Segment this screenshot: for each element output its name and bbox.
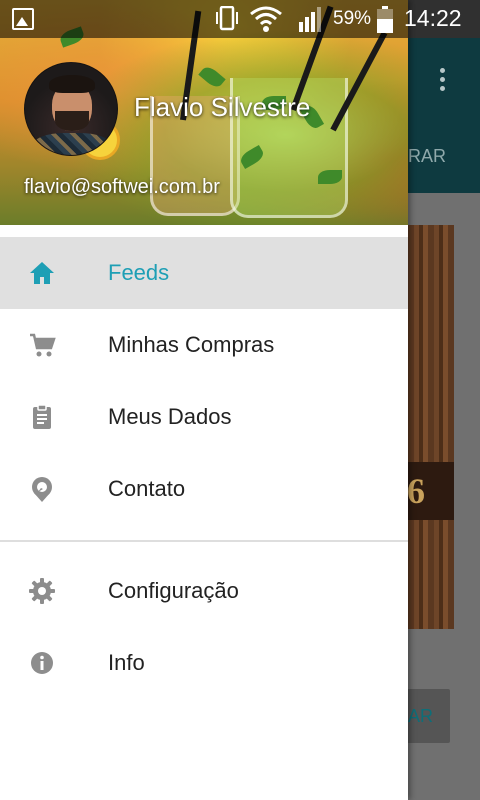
menu-item-label: Info [108,650,145,675]
gear-icon [29,578,55,604]
header-photo-mint [198,63,226,91]
signal-icon [299,7,321,32]
info-icon [31,652,53,674]
user-email: flavio@softwei.com.br [24,176,220,198]
status-bar: 59% 14:22 [0,0,480,38]
clipboard-icon [33,404,51,429]
menu-divider [0,540,408,542]
menu-item-minhas-compras[interactable]: Minhas Compras [0,309,408,381]
menu-item-label: Minhas Compras [108,332,275,357]
cart-icon [30,333,56,357]
avatar[interactable] [24,62,118,156]
location-icon [32,477,52,502]
vibrate-icon [216,6,238,31]
home-icon [30,262,54,284]
menu-item-label: Configuração [108,578,239,603]
header-photo-mint [318,170,342,184]
menu-item-contato[interactable]: Contato [0,453,408,525]
background-tab-label: RAR [408,146,447,166]
menu-item-feeds[interactable]: Feeds [0,237,408,309]
menu-item-label: Meus Dados [108,404,232,429]
drawer-menu: Feeds Minhas Compras Meus Dados Contato … [0,237,408,699]
menu-item-label: Feeds [108,260,170,285]
user-name: Flavio Silvestre [134,92,311,122]
battery-percent: 59% [333,8,372,29]
navigation-drawer: Flavio Silvestre flavio@softwei.com.br F… [0,0,408,800]
battery-icon [377,6,393,33]
menu-item-configuracao[interactable]: Configuração [0,555,408,627]
menu-item-info[interactable]: Info [0,627,408,699]
clock: 14:22 [404,5,462,31]
menu-item-label: Contato [108,476,186,501]
overflow-menu-icon [440,68,446,94]
menu-item-meus-dados[interactable]: Meus Dados [0,381,408,453]
wifi-icon [250,6,282,32]
background-card-image [408,225,454,629]
background-card-text: 6 [407,471,425,511]
gallery-icon [12,8,34,30]
background-button-label: AR [408,706,434,726]
